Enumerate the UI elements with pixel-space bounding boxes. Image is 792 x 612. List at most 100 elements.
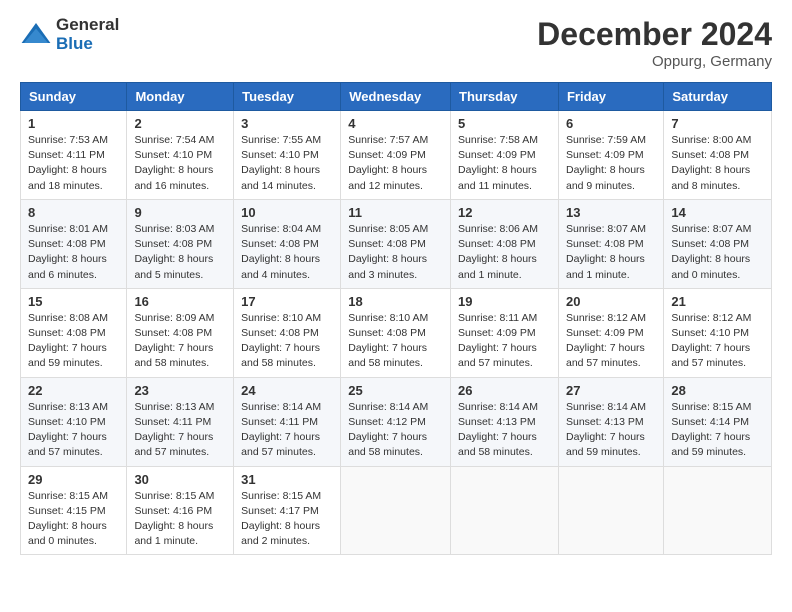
- daylight-label: Daylight: 8 hours and 14 minutes.: [241, 164, 320, 191]
- daylight-label: Daylight: 7 hours and 58 minutes.: [134, 342, 213, 369]
- daylight-label: Daylight: 7 hours and 59 minutes.: [28, 342, 107, 369]
- sunset-label: Sunset: 4:08 PM: [671, 149, 749, 161]
- sunset-label: Sunset: 4:15 PM: [28, 505, 106, 517]
- daylight-label: Daylight: 8 hours and 8 minutes.: [671, 164, 750, 191]
- day-number: 28: [671, 383, 764, 398]
- sunset-label: Sunset: 4:14 PM: [671, 416, 749, 428]
- day-info: Sunrise: 8:10 AMSunset: 4:08 PMDaylight:…: [348, 311, 443, 372]
- location: Oppurg, Germany: [537, 53, 772, 70]
- calendar-cell: 9Sunrise: 8:03 AMSunset: 4:08 PMDaylight…: [127, 199, 234, 288]
- sunrise-label: Sunrise: 8:04 AM: [241, 223, 321, 235]
- day-number: 23: [134, 383, 226, 398]
- day-header-saturday: Saturday: [664, 83, 772, 111]
- calendar-header-row: SundayMondayTuesdayWednesdayThursdayFrid…: [21, 83, 772, 111]
- sunrise-label: Sunrise: 7:53 AM: [28, 134, 108, 146]
- calendar-cell: [664, 466, 772, 555]
- day-info: Sunrise: 7:53 AMSunset: 4:11 PMDaylight:…: [28, 133, 119, 194]
- sunrise-label: Sunrise: 8:10 AM: [348, 312, 428, 324]
- daylight-label: Daylight: 8 hours and 1 minute.: [458, 253, 537, 280]
- calendar-cell: 30Sunrise: 8:15 AMSunset: 4:16 PMDayligh…: [127, 466, 234, 555]
- daylight-label: Daylight: 8 hours and 12 minutes.: [348, 164, 427, 191]
- sunset-label: Sunset: 4:17 PM: [241, 505, 319, 517]
- sunset-label: Sunset: 4:08 PM: [671, 238, 749, 250]
- day-number: 21: [671, 294, 764, 309]
- day-info: Sunrise: 7:59 AM Sunset: 4:09 PM Daylight:…: [566, 133, 656, 194]
- day-number: 22: [28, 383, 119, 398]
- daylight-label: Daylight: 8 hours and 1 minute.: [134, 520, 213, 547]
- title-block: December 2024 Oppurg, Germany: [537, 16, 772, 70]
- page-header: General Blue December 2024 Oppurg, Germa…: [20, 16, 772, 70]
- sunset-label: Sunset: 4:08 PM: [348, 327, 426, 339]
- calendar-cell: [451, 466, 559, 555]
- calendar-cell: 27 Sunrise: 8:14 AM Sunset: 4:13 PM Dayligh…: [558, 377, 663, 466]
- day-number: 20: [566, 294, 656, 309]
- day-info: Sunrise: 8:15 AMSunset: 4:16 PMDaylight:…: [134, 489, 226, 550]
- sunset-label: Sunset: 4:10 PM: [241, 149, 319, 161]
- day-info: Sunrise: 8:13 AMSunset: 4:11 PMDaylight:…: [134, 400, 226, 461]
- day-number: 2: [134, 116, 226, 131]
- sunrise-label: Sunrise: 8:15 AM: [134, 490, 214, 502]
- calendar-cell: 12 Sunrise: 8:06 AMSunset: 4:08 PMDayligh…: [451, 199, 559, 288]
- daylight-label: Daylight: 8 hours and 2 minutes.: [241, 520, 320, 547]
- day-info: Sunrise: 8:00 AMSunset: 4:08 PMDaylight:…: [671, 133, 764, 194]
- sunrise-label: Sunrise: 7:59 AM: [566, 134, 646, 146]
- day-number: 16: [134, 294, 226, 309]
- daylight-label: Daylight: 7 hours and 58 minutes.: [458, 431, 537, 458]
- calendar-cell: 4Sunrise: 7:57 AMSunset: 4:09 PMDaylight…: [341, 111, 451, 200]
- sunset-label: Sunset: 4:08 PM: [348, 238, 426, 250]
- day-info: Sunrise: 8:14 AM Sunset: 4:12 PM Daylight:…: [348, 400, 443, 461]
- sunrise-label: Sunrise: 8:12 AM: [671, 312, 751, 324]
- day-number: 3: [241, 116, 333, 131]
- sunrise-label: Sunrise: 8:14 AM: [566, 401, 646, 413]
- daylight-label: Daylight: 8 hours and 1 minute.: [566, 253, 645, 280]
- day-number: 18: [348, 294, 443, 309]
- day-number: 13: [566, 205, 656, 220]
- calendar-cell: 20Sunrise: 8:12 AMSunset: 4:09 PMDayligh…: [558, 288, 663, 377]
- day-info: Sunrise: 7:57 AMSunset: 4:09 PMDaylight:…: [348, 133, 443, 194]
- sunrise-label: Sunrise: 8:11 AM: [458, 312, 537, 324]
- sunrise-label: Sunrise: 7:58 AM: [458, 134, 538, 146]
- calendar-cell: 1Sunrise: 7:53 AMSunset: 4:11 PMDaylight…: [21, 111, 127, 200]
- sunset-label: Sunset: 4:11 PM: [134, 416, 211, 428]
- day-info: Sunrise: 8:04 AMSunset: 4:08 PMDaylight:…: [241, 222, 333, 283]
- sunset-label: Sunset: 4:11 PM: [28, 149, 105, 161]
- calendar-cell: 2Sunrise: 7:54 AMSunset: 4:10 PMDaylight…: [127, 111, 234, 200]
- day-info: Sunrise: 8:07 AMSunset: 4:08 PMDaylight:…: [671, 222, 764, 283]
- day-info: Sunrise: 8:14 AMSunset: 4:13 PMDaylight:…: [458, 400, 551, 461]
- calendar-cell: 14Sunrise: 8:07 AMSunset: 4:08 PMDayligh…: [664, 199, 772, 288]
- sunset-label: Sunset: 4:12 PM: [348, 416, 426, 428]
- day-info: Sunrise: 8:06 AMSunset: 4:08 PMDaylight:…: [458, 222, 551, 283]
- day-header-friday: Friday: [558, 83, 663, 111]
- daylight-label: Daylight: 8 hours and 9 minutes.: [566, 164, 645, 191]
- sunset-label: Sunset: 4:11 PM: [241, 416, 318, 428]
- day-number: 27: [566, 383, 656, 398]
- sunset-label: Sunset: 4:09 PM: [566, 327, 644, 339]
- sunset-label: Sunset: 4:08 PM: [28, 238, 106, 250]
- sunrise-label: Sunrise: 8:14 AM: [458, 401, 538, 413]
- day-info: Sunrise: 8:13 AMSunset: 4:10 PMDaylight:…: [28, 400, 119, 461]
- sunrise-label: Sunrise: 8:12 AM: [566, 312, 646, 324]
- sunset-label: Sunset: 4:08 PM: [241, 327, 319, 339]
- sunrise-label: Sunrise: 8:14 AM: [348, 401, 428, 413]
- day-info: Sunrise: 8:05 AMSunset: 4:08 PMDaylight:…: [348, 222, 443, 283]
- day-info: Sunrise: 8:12 AMSunset: 4:10 PMDaylight:…: [671, 311, 764, 372]
- day-info: Sunrise: 8:15 AMSunset: 4:14 PMDaylight:…: [671, 400, 764, 461]
- sunrise-label: Sunrise: 8:15 AM: [671, 401, 751, 413]
- daylight-label: Daylight: 7 hours and 59 minutes.: [566, 431, 645, 458]
- day-info: Sunrise: 8:10 AMSunset: 4:08 PMDaylight:…: [241, 311, 333, 372]
- sunset-label: Sunset: 4:09 PM: [458, 149, 536, 161]
- day-number: 12: [458, 205, 551, 220]
- calendar-cell: [558, 466, 663, 555]
- day-info: Sunrise: 8:03 AMSunset: 4:08 PMDaylight:…: [134, 222, 226, 283]
- day-number: 26: [458, 383, 551, 398]
- daylight-label: Daylight: 7 hours and 58 minutes.: [348, 431, 427, 458]
- sunset-label: Sunset: 4:13 PM: [566, 416, 644, 428]
- sunset-label: Sunset: 4:08 PM: [241, 238, 319, 250]
- daylight-label: Daylight: 7 hours and 58 minutes.: [241, 342, 320, 369]
- sunset-label: Sunset: 4:09 PM: [458, 327, 536, 339]
- sunset-label: Sunset: 4:09 PM: [566, 149, 644, 161]
- day-info: Sunrise: 8:09 AMSunset: 4:08 PMDaylight:…: [134, 311, 226, 372]
- day-number: 15: [28, 294, 119, 309]
- logo-icon: [20, 19, 52, 51]
- day-info: Sunrise: 7:58 AMSunset: 4:09 PMDaylight:…: [458, 133, 551, 194]
